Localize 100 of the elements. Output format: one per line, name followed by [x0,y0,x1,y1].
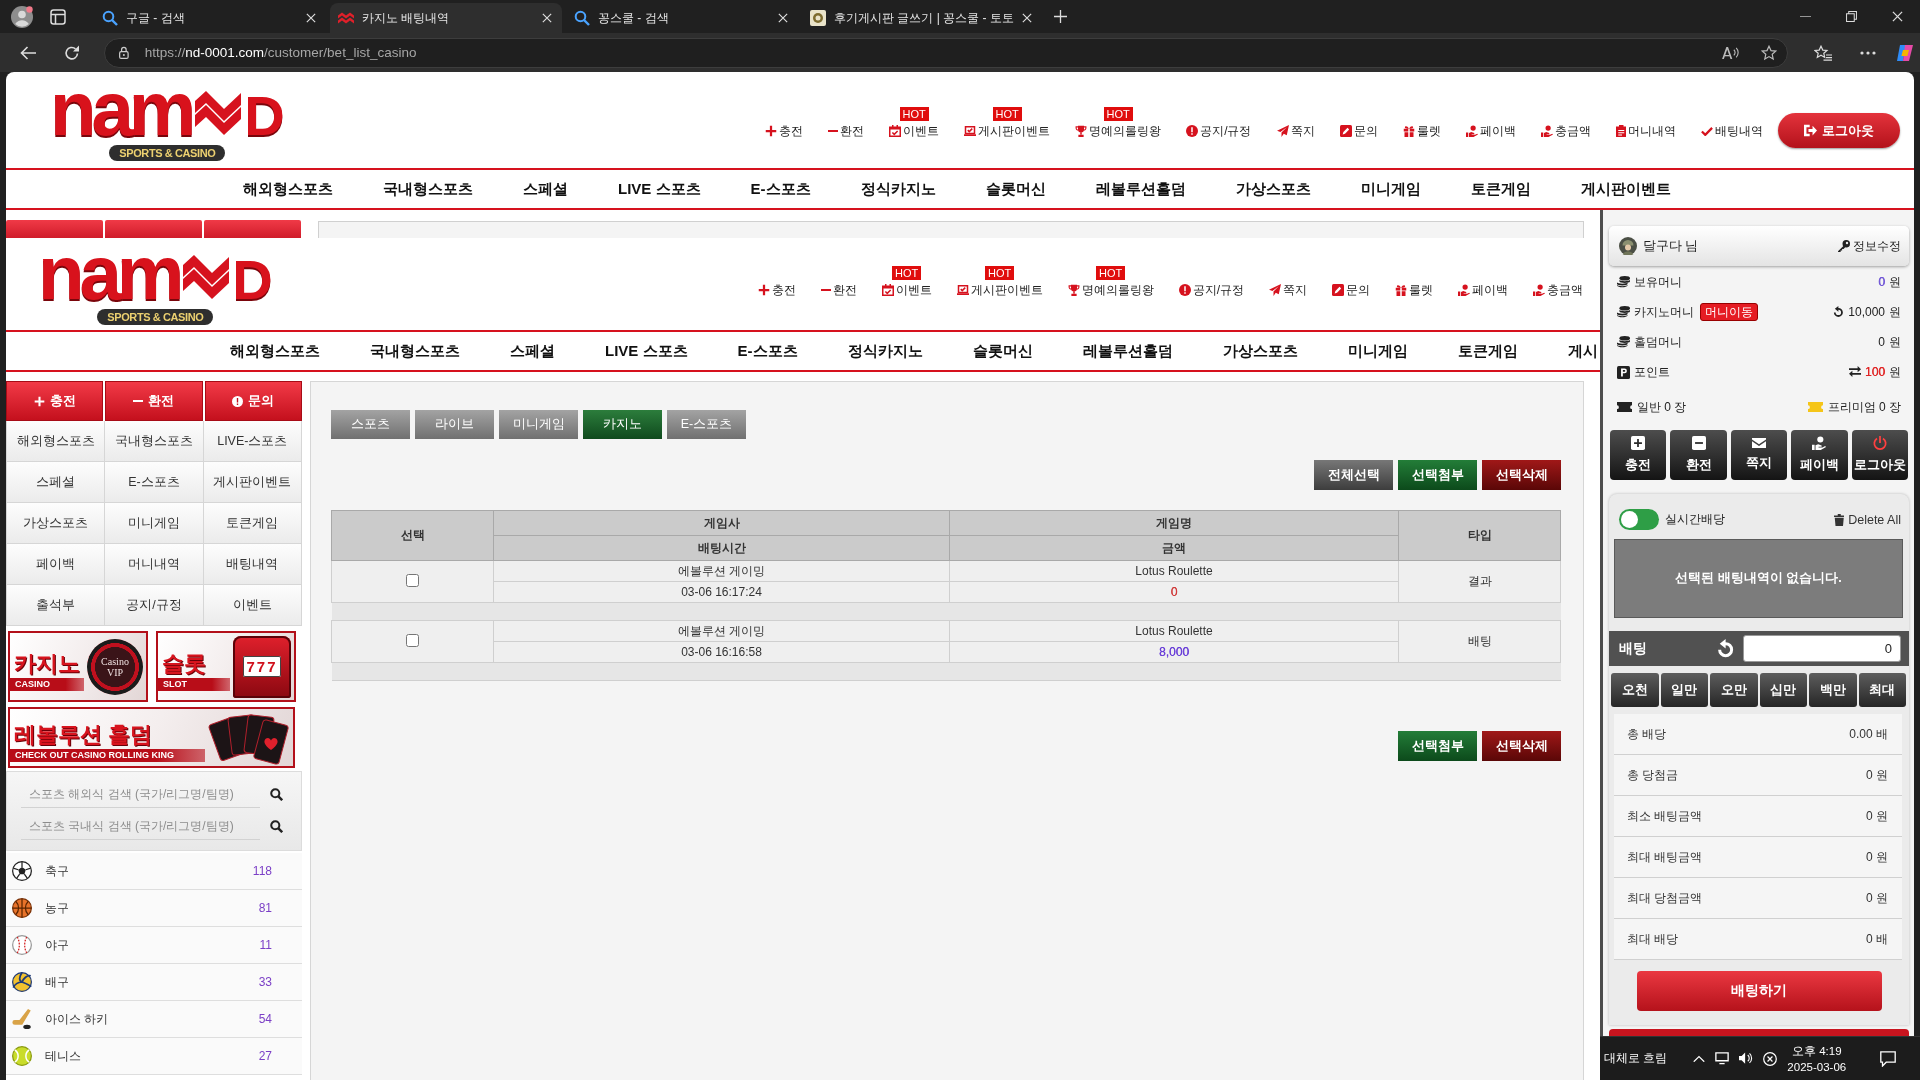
edit-profile-link[interactable]: 정보수정 [1838,237,1901,255]
header-link[interactable]: 배팅내역 [1701,124,1763,138]
read-aloud-icon[interactable] [1722,45,1739,60]
menu-item[interactable]: 공지/규정 [105,585,204,626]
action-button[interactable]: 선택첨부 [1398,460,1477,490]
sport-item[interactable]: 테니스 27 [6,1038,302,1075]
nav-link[interactable]: 토큰게임 [1457,341,1518,361]
category-tab[interactable]: 카지노 [583,410,662,439]
weather-text[interactable]: 대체로 흐림 [1604,1050,1668,1067]
menu-item[interactable]: 출석부 [7,585,106,626]
window-close-icon[interactable] [1891,11,1903,22]
row-checkbox[interactable] [406,573,419,587]
action-button[interactable]: 선택삭제 [1482,460,1561,490]
search-field[interactable]: 스포츠 국내식 검색 (국가/리그명/팀명) [21,812,260,840]
sport-item[interactable]: 축구 118 [6,853,302,890]
amount-button[interactable]: 십만 [1759,673,1807,707]
header-link[interactable]: 게시판이벤트 [964,124,1051,138]
action-button[interactable]: 충전 [6,381,104,421]
header-link[interactable]: 쪽지 [1269,283,1307,297]
account-button[interactable]: 페이백 [1791,430,1848,480]
nav-link[interactable]: 스페셜 [510,341,555,361]
chevron-up-icon[interactable] [1693,1054,1706,1063]
amount-button[interactable]: 오천 [1611,673,1659,707]
nav-link[interactable]: 미니게임 [1347,341,1408,361]
menu-item[interactable]: LIVE-스포츠 [203,421,302,462]
sport-item[interactable]: 아이스 하키 54 [6,1001,302,1038]
amount-button[interactable]: 백만 [1809,673,1857,707]
account-button[interactable]: 환전 [1670,430,1727,480]
circle-x-icon[interactable] [1763,1051,1778,1066]
header-link[interactable]: 이벤트 [889,124,940,138]
header-link[interactable]: 환전 [828,124,865,138]
sport-item[interactable]: 농구 81 [6,890,302,927]
nav-link[interactable]: 해외형스포츠 [243,179,333,199]
nav-link[interactable]: 스페셜 [523,179,568,199]
header-link[interactable]: 이벤트 [881,283,932,297]
delete-all-button[interactable]: Delete All [1833,512,1901,527]
nav-link[interactable]: 슬롯머신 [985,179,1046,199]
clock-time[interactable]: 오후 4:19 [1791,1042,1842,1059]
close-icon[interactable] [542,13,552,23]
menu-item[interactable]: 페이백 [7,544,106,585]
menu-item[interactable]: 배팅내역 [203,544,302,585]
nav-link[interactable]: E-스포츠 [737,341,798,361]
nav-link[interactable]: 가상스포츠 [1235,179,1311,199]
restore-icon[interactable] [1845,11,1857,22]
nav-link[interactable]: 레볼루션홀덤 [1082,341,1173,361]
header-link[interactable]: 충전 [757,283,796,297]
back-arrow-icon[interactable] [20,45,36,60]
sport-item[interactable]: 배구 33 [6,964,302,1001]
header-link[interactable]: 룰렛 [1402,124,1441,138]
browser-tab[interactable]: 꽁스쿨 - 검색 [566,3,798,33]
amount-button[interactable]: 일만 [1660,673,1708,707]
browser-tab[interactable]: 후기게시판 글쓰기 | 꽁스쿨 - 토토 [802,3,1034,33]
nav-link[interactable]: 해외형스포츠 [230,341,320,361]
header-link[interactable]: 명예의롤링왕 [1075,124,1162,138]
action-button[interactable]: 전체선택 [1314,460,1393,490]
monitor-icon[interactable] [1715,1052,1730,1065]
address-field[interactable]: https://nd-0001.com/customer/bet_list_casino [104,37,1788,68]
nav-link[interactable]: 가상스포츠 [1222,341,1298,361]
header-link[interactable]: 쪽지 [1276,124,1315,138]
refresh-icon[interactable] [1832,306,1845,318]
nav-link[interactable]: 정식카지노 [860,179,936,199]
profile-avatar-icon[interactable] [11,5,33,28]
close-icon[interactable] [778,13,788,23]
toggle-switch[interactable] [1619,509,1659,530]
speaker-icon[interactable] [1739,1052,1754,1065]
favorites-star-icon[interactable] [1814,44,1832,61]
holdem-banner[interactable]: 레볼루션 홀덤 CHECK OUT CASINO ROLLING KING [8,707,295,768]
sidebar-panel-icon[interactable] [50,8,66,25]
menu-item[interactable]: 스페셜 [7,462,106,503]
more-icon[interactable] [1860,50,1876,55]
browser-tab[interactable]: 구글 - 검색 [94,3,326,33]
search-icon[interactable] [270,819,283,833]
clock-date[interactable]: 2025-03-06 [1787,1058,1847,1075]
slot-banner[interactable]: 슬롯 SLOT 777 [156,631,296,702]
logout-button[interactable]: 로그아웃 [1778,113,1900,148]
row-checkbox[interactable] [406,633,419,647]
new-tab-icon[interactable] [1054,10,1067,23]
nav-link[interactable]: LIVE 스포츠 [618,179,701,199]
sport-item[interactable]: 야구 11 [6,927,302,964]
stake-input[interactable]: 0 [1743,635,1901,662]
account-button[interactable]: 로그아웃 [1851,430,1908,480]
nav-link[interactable]: 토큰게임 [1470,179,1531,199]
speech-bubble-icon[interactable] [1880,1050,1896,1067]
star-icon[interactable] [1761,44,1777,61]
colorful-logo-icon[interactable] [1896,43,1914,62]
header-link[interactable]: 공지/규정 [1186,124,1252,138]
header-link[interactable]: 머니내역 [1615,124,1676,138]
amount-button[interactable]: 오만 [1710,673,1758,707]
menu-item[interactable]: 해외형스포츠 [7,421,106,462]
nav-link[interactable]: E-스포츠 [750,179,811,199]
nav-link[interactable]: 레볼루션홀덤 [1095,179,1186,199]
header-link[interactable]: 공지/규정 [1178,283,1244,297]
menu-item[interactable]: 이벤트 [203,585,302,626]
refresh-icon[interactable] [1715,638,1735,659]
menu-item[interactable]: 머니내역 [105,544,204,585]
nav-link[interactable]: 슬롯머신 [972,341,1033,361]
casino-banner[interactable]: 카지노 CASINO Casino VIP [8,631,148,702]
header-link[interactable]: 충금액 [1533,283,1583,297]
header-link[interactable]: 룰렛 [1395,283,1433,297]
action-button[interactable]: 선택삭제 [1482,731,1561,761]
